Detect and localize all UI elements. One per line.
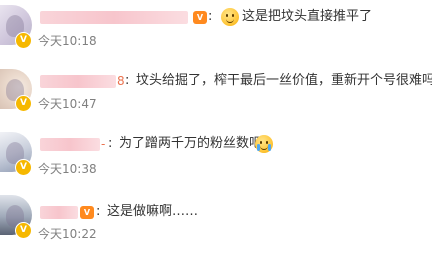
crying-emoji-icon bbox=[255, 135, 273, 153]
vip-level-icon: V bbox=[193, 11, 207, 24]
verified-v-icon: V bbox=[15, 95, 32, 112]
comment-separator: : bbox=[208, 9, 213, 24]
comment-text: 这是做嘛啊…… bbox=[107, 204, 199, 219]
comment-text: 这是把坟头直接推平了 bbox=[242, 9, 373, 24]
username-suffix[interactable]: - bbox=[101, 137, 105, 151]
verified-v-icon: V bbox=[15, 32, 32, 49]
verified-v-icon: V bbox=[15, 222, 32, 239]
comment-time[interactable]: 今天10:38 bbox=[38, 162, 97, 176]
comment-text: 为了蹭两千万的粉丝数吧 bbox=[119, 136, 263, 151]
verified-v-icon: V bbox=[15, 159, 32, 176]
username-suffix[interactable]: 8 bbox=[117, 74, 125, 88]
comment-separator: : bbox=[108, 136, 113, 151]
comment-feed: V V : 这是把坟头直接推平了 今天10:18 V 8 : 坟头给掘了，榨干最… bbox=[0, 0, 432, 253]
comment-item: V 8 : 坟头给掘了，榨干最后一丝价值，重新开个号很难吗? 今天10:47 bbox=[0, 63, 432, 123]
comment-item: V - : 为了蹭两千万的粉丝数吧 今天10:38 bbox=[0, 126, 432, 186]
username-link[interactable] bbox=[40, 75, 116, 88]
comment-text: 坟头给掘了，榨干最后一丝价值，重新开个号很难吗? bbox=[136, 73, 432, 88]
vip-level-icon: V bbox=[80, 206, 94, 219]
comment-time[interactable]: 今天10:18 bbox=[38, 34, 97, 48]
comment-item: V V : 这是把坟头直接推平了 今天10:18 bbox=[0, 0, 432, 60]
username-link[interactable] bbox=[40, 206, 78, 219]
comment-time[interactable]: 今天10:22 bbox=[38, 227, 97, 241]
comment-separator: : bbox=[96, 204, 101, 219]
username-link[interactable] bbox=[40, 11, 188, 24]
comment-separator: : bbox=[125, 73, 130, 88]
comment-time[interactable]: 今天10:47 bbox=[38, 97, 97, 111]
comment-item: V V : 这是做嘛啊…… 今天10:22 bbox=[0, 190, 432, 250]
username-link[interactable] bbox=[40, 138, 100, 151]
smile-emoji-icon bbox=[221, 8, 239, 26]
